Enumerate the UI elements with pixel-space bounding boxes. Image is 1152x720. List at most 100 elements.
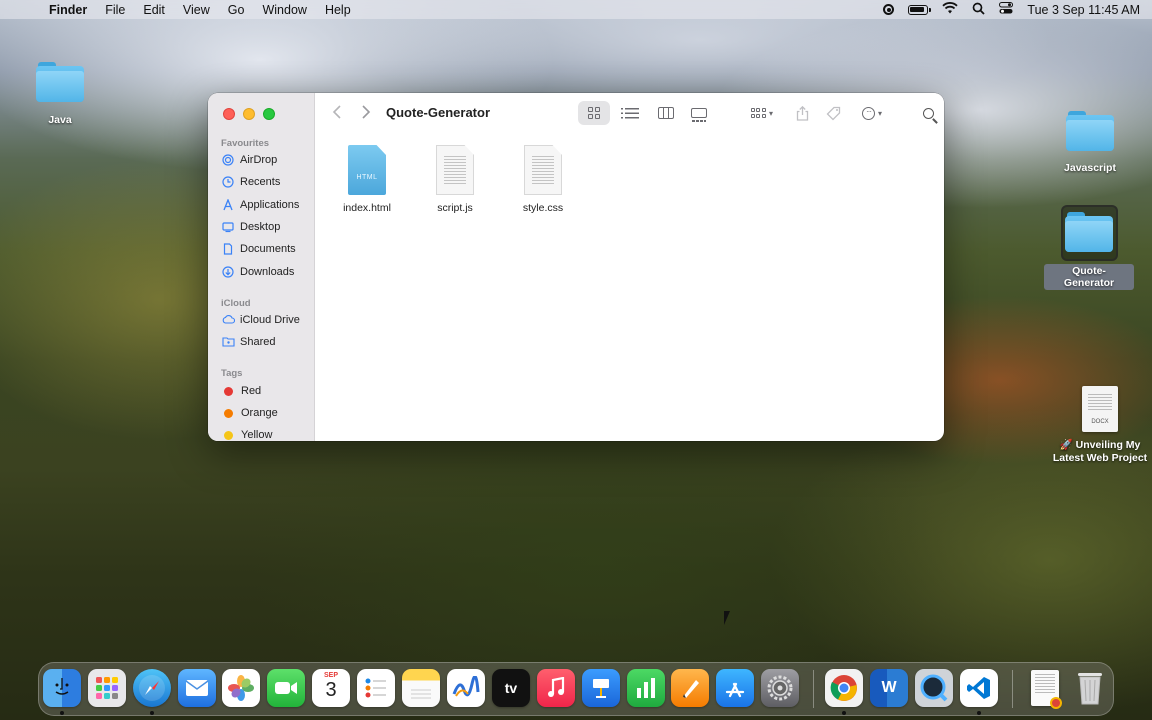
sidebar-item-label: Downloads	[240, 266, 295, 278]
sidebar-item-tag-orange[interactable]: Orange	[222, 407, 278, 419]
dock-music-icon[interactable]	[537, 669, 575, 707]
menu-bar: Finder File Edit View Go Window Help Tue…	[0, 0, 1152, 19]
icon-view-button[interactable]	[578, 101, 610, 125]
forward-chevron-icon[interactable]	[361, 105, 371, 124]
menu-file[interactable]: File	[96, 3, 134, 17]
menu-finder[interactable]: Finder	[40, 3, 96, 17]
sidebar-item-label: Shared	[240, 336, 276, 348]
tag-button[interactable]	[822, 101, 844, 125]
dock-safari-icon[interactable]	[133, 669, 171, 707]
dock-reminders-icon[interactable]	[357, 669, 395, 707]
docx-file-icon: DOCX	[1082, 386, 1118, 432]
sidebar-item-recents[interactable]: Recents	[222, 176, 280, 188]
dock-pages-icon[interactable]	[671, 669, 709, 707]
sidebar-item-downloads[interactable]: Downloads	[222, 266, 294, 278]
dock-word-icon[interactable]: W	[870, 669, 908, 707]
control-center-icon[interactable]	[999, 2, 1014, 17]
minimize-button[interactable]	[243, 108, 255, 120]
screen-recording-icon[interactable]	[883, 4, 895, 15]
spotlight-search-icon[interactable]	[972, 2, 986, 18]
desktop-icon-label: Java	[48, 114, 72, 126]
dock-launchpad-icon[interactable]	[88, 669, 126, 707]
sidebar-item-label: Red	[241, 385, 262, 397]
close-button[interactable]	[223, 108, 235, 120]
dock-finder-icon[interactable]	[43, 669, 81, 707]
back-chevron-icon[interactable]	[332, 105, 342, 124]
search-button[interactable]	[918, 101, 938, 125]
sidebar-item-label: Yellow	[241, 429, 273, 441]
dock-trash-icon[interactable]	[1071, 669, 1109, 707]
column-view-button[interactable]	[653, 101, 679, 125]
desktop-folder-javascript[interactable]: Javascript	[1056, 111, 1124, 174]
finder-window: Favourites AirDrop Recents Applications …	[208, 93, 944, 441]
dock-mail-icon[interactable]	[178, 669, 216, 707]
dock-photos-icon[interactable]	[222, 669, 260, 707]
desktop-folder-java[interactable]: Java	[30, 62, 90, 126]
folder-icon	[1065, 212, 1113, 252]
group-by-button[interactable]: ▾	[745, 101, 779, 125]
dock-notes-icon[interactable]	[402, 669, 440, 707]
dock-separator	[813, 670, 814, 708]
list-view-button[interactable]	[617, 101, 643, 125]
file-item[interactable]: HTML index.html	[332, 145, 402, 214]
more-actions-button[interactable]: ··· ▾	[855, 101, 889, 125]
file-item[interactable]: style.css	[508, 145, 578, 214]
wifi-icon[interactable]	[942, 2, 959, 17]
gallery-view-button[interactable]	[686, 101, 712, 125]
desktop-icon-label: Quote-Generator	[1044, 264, 1134, 290]
menu-clock[interactable]: Tue 3 Sep 11:45 AM	[1027, 3, 1140, 17]
sidebar-item-documents[interactable]: Documents	[222, 243, 296, 255]
desktop-file-docx[interactable]: DOCX 🚀 Unveiling My Latest Web Project	[1050, 386, 1150, 465]
sidebar-item-tag-yellow[interactable]: Yellow	[222, 429, 272, 441]
dock-document-preview-icon[interactable]	[1026, 669, 1064, 709]
sidebar-item-shared[interactable]: Shared	[222, 336, 275, 348]
share-button[interactable]	[791, 101, 813, 125]
cloud-icon	[222, 314, 236, 326]
desktop-icon-label-line1: 🚀 Unveiling My	[1059, 439, 1141, 451]
sidebar-item-icloud-drive[interactable]: iCloud Drive	[222, 314, 300, 326]
dock-vscode-icon[interactable]	[960, 669, 998, 707]
search-icon	[922, 107, 934, 119]
battery-icon[interactable]	[908, 4, 932, 15]
dock-keynote-icon[interactable]	[582, 669, 620, 707]
applications-icon	[222, 198, 234, 211]
running-indicator	[977, 711, 981, 715]
calendar-day: 3	[325, 679, 337, 701]
mouse-cursor-icon	[724, 611, 735, 625]
list-view-icon	[621, 107, 639, 119]
folder-icon	[1066, 111, 1114, 151]
menu-view[interactable]: View	[174, 3, 219, 17]
yellow-tag-icon	[224, 430, 233, 440]
airdrop-icon	[222, 154, 234, 166]
file-item[interactable]: script.js	[420, 145, 490, 214]
sidebar-item-label: Applications	[240, 199, 300, 211]
sidebar-item-label: iCloud Drive	[240, 314, 300, 326]
dock-calendar-icon[interactable]: SEP 3	[312, 669, 350, 707]
red-tag-icon	[224, 386, 233, 396]
dock-facetime-icon[interactable]	[267, 669, 305, 707]
desktop-folder-quote-generator[interactable]: Quote-Generator	[1044, 212, 1134, 290]
dock-freeform-icon[interactable]	[447, 669, 485, 707]
sidebar-item-label: AirDrop	[240, 154, 278, 166]
menu-go[interactable]: Go	[219, 3, 254, 17]
dock-app-store-icon[interactable]	[716, 669, 754, 707]
zoom-button[interactable]	[263, 108, 275, 120]
dock-system-settings-icon[interactable]	[761, 669, 799, 707]
sidebar-item-label: Recents	[240, 176, 281, 188]
menu-edit[interactable]: Edit	[134, 3, 174, 17]
sidebar-item-applications[interactable]: Applications	[222, 198, 300, 211]
dock-numbers-icon[interactable]	[627, 669, 665, 707]
menu-window[interactable]: Window	[253, 3, 315, 17]
calendar-month: SEP	[323, 672, 338, 679]
menu-help[interactable]: Help	[316, 3, 360, 17]
dock-chrome-icon[interactable]	[825, 669, 863, 707]
file-name: index.html	[343, 202, 391, 214]
column-view-icon	[658, 107, 674, 119]
dock-quicktime-icon[interactable]	[915, 669, 953, 707]
sidebar-item-airdrop[interactable]: AirDrop	[222, 154, 277, 166]
dock-apple-tv-icon[interactable]: tv	[492, 669, 530, 707]
sidebar-item-tag-red[interactable]: Red	[222, 385, 261, 397]
sidebar-item-desktop[interactable]: Desktop	[222, 221, 280, 233]
running-indicator	[842, 711, 846, 715]
tv-label: tv	[504, 680, 518, 696]
